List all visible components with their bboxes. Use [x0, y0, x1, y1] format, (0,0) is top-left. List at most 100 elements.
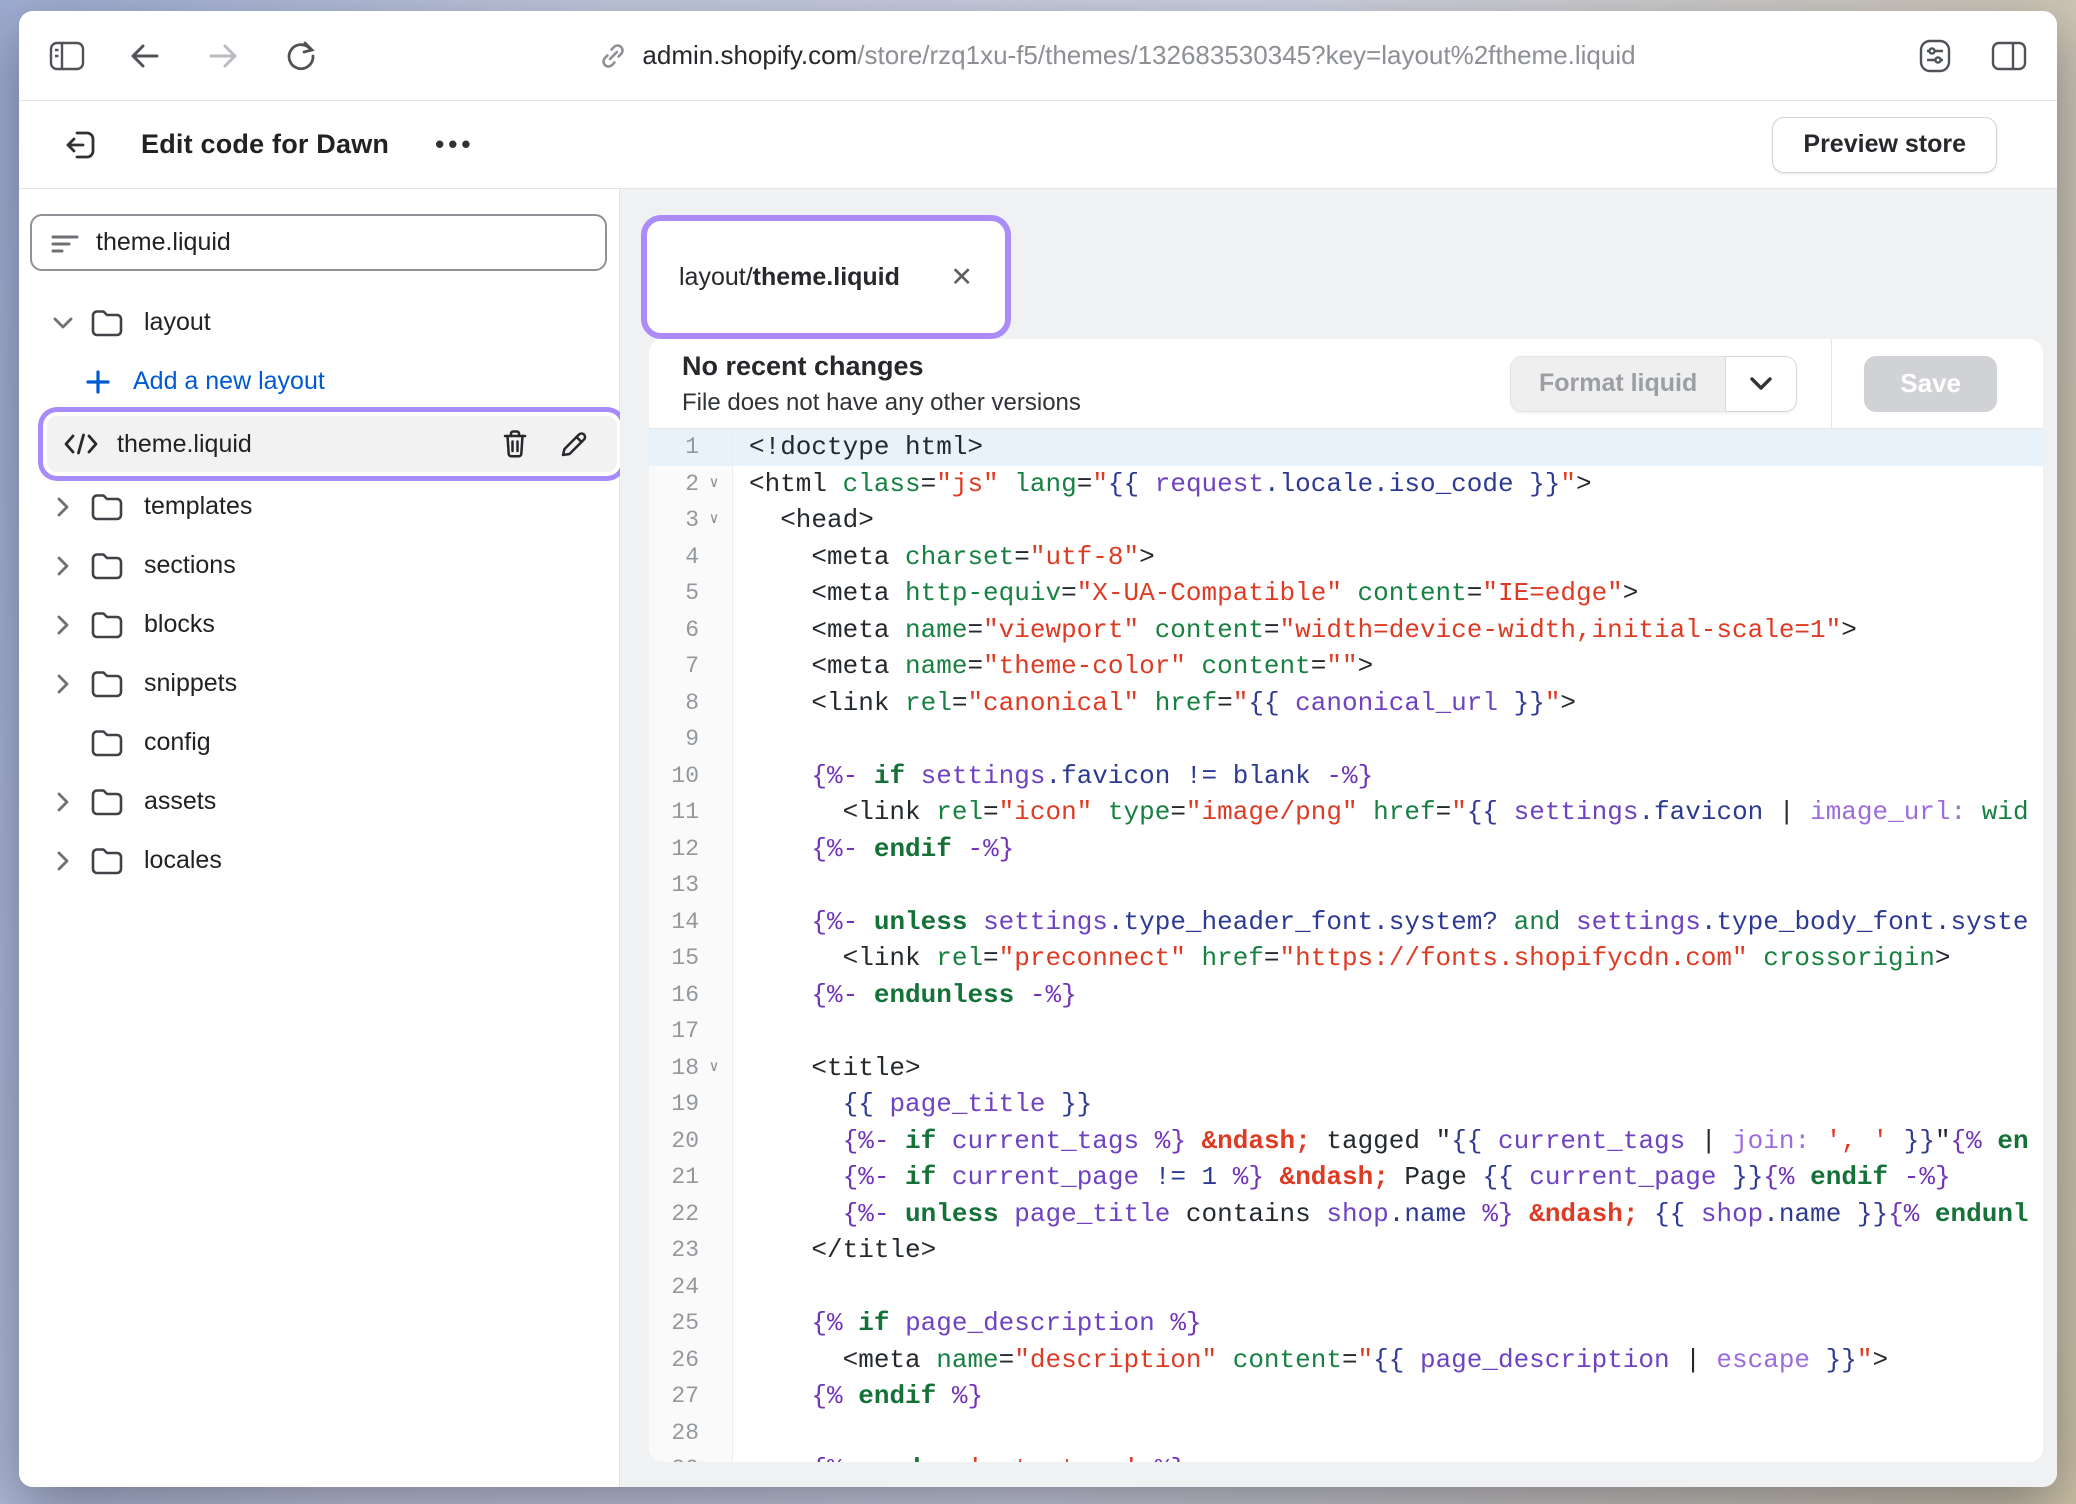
code-text[interactable] — [733, 1269, 2043, 1306]
code-text[interactable]: </title> — [733, 1232, 2043, 1269]
sidebar-item-blocks[interactable]: blocks — [19, 595, 619, 654]
address-bar[interactable]: admin.shopify.com/store/rzq1xu-f5/themes… — [317, 40, 1917, 71]
code-text[interactable] — [733, 1415, 2043, 1452]
code-text[interactable]: <meta charset="utf-8"> — [733, 539, 2043, 576]
sidebar-item-theme.liquid[interactable]: theme.liquid — [47, 416, 617, 472]
code-text[interactable]: {%- unless page_title contains shop.name… — [733, 1196, 2043, 1233]
code-line[interactable]: 9 — [649, 721, 2043, 758]
page-settings-icon[interactable] — [1917, 38, 1953, 74]
code-line[interactable]: 13 — [649, 867, 2043, 904]
fold-toggle-icon[interactable]: ∨ — [699, 1050, 729, 1087]
code-text[interactable]: {%- if current_tags %} &ndash; tagged "{… — [733, 1123, 2043, 1160]
code-line[interactable]: 15 <link rel="preconnect" href="https://… — [649, 940, 2043, 977]
code-line[interactable]: 7 <meta name="theme-color" content=""> — [649, 648, 2043, 685]
chevron-right-icon[interactable] — [48, 850, 78, 872]
sidebar-item-config[interactable]: config — [19, 713, 619, 772]
code-line[interactable]: 8 <link rel="canonical" href="{{ canonic… — [649, 685, 2043, 722]
editor-pane: layout/theme.liquid ✕ No recent changes … — [620, 189, 2057, 1487]
chevron-right-icon[interactable] — [48, 791, 78, 813]
sidebar-item-snippets[interactable]: snippets — [19, 654, 619, 713]
code-line[interactable]: 4 <meta charset="utf-8"> — [649, 539, 2043, 576]
code-text[interactable]: <meta name="description" content="{{ pag… — [733, 1342, 2043, 1379]
search-input[interactable] — [96, 228, 587, 257]
save-button[interactable]: Save — [1864, 356, 1997, 412]
code-editor[interactable]: 1<!doctype html>2∨<html class="js" lang=… — [649, 429, 2043, 1462]
code-line[interactable]: 14 {%- unless settings.type_header_font.… — [649, 904, 2043, 941]
code-line[interactable]: 29 {% render 'meta-tags' %} — [649, 1451, 2043, 1462]
format-liquid-button[interactable]: Format liquid — [1510, 356, 1725, 412]
open-file-tab[interactable]: layout/theme.liquid ✕ — [641, 215, 1011, 339]
exit-icon[interactable] — [63, 127, 99, 163]
chevron-right-icon[interactable] — [48, 673, 78, 695]
code-text[interactable] — [733, 721, 2043, 758]
chevron-right-icon[interactable] — [48, 614, 78, 636]
code-text[interactable]: <head> — [733, 502, 2043, 539]
code-text[interactable] — [733, 1013, 2043, 1050]
code-text[interactable]: <!doctype html> — [733, 429, 2043, 466]
sidebar-item-templates[interactable]: templates — [19, 477, 619, 536]
edit-icon[interactable] — [559, 429, 589, 459]
code-line[interactable]: 18∨ <title> — [649, 1050, 2043, 1087]
sidebar-item-locales[interactable]: locales — [19, 831, 619, 890]
code-text[interactable]: {%- if current_page != 1 %} &ndash; Page… — [733, 1159, 2043, 1196]
fold-toggle-icon[interactable]: ∨ — [699, 466, 729, 503]
code-line[interactable]: 23 </title> — [649, 1232, 2043, 1269]
code-line[interactable]: 19 {{ page_title }} — [649, 1086, 2043, 1123]
code-line[interactable]: 20 {%- if current_tags %} &ndash; tagged… — [649, 1123, 2043, 1160]
code-line[interactable]: 5 <meta http-equiv="X-UA-Compatible" con… — [649, 575, 2043, 612]
code-line[interactable]: 3∨ <head> — [649, 502, 2043, 539]
code-line[interactable]: 17 — [649, 1013, 2043, 1050]
sidebar-item-sections[interactable]: sections — [19, 536, 619, 595]
code-text[interactable]: {%- unless settings.type_header_font.sys… — [733, 904, 2043, 941]
code-line[interactable]: 1<!doctype html> — [649, 429, 2043, 466]
code-text[interactable]: <link rel="icon" type="image/png" href="… — [733, 794, 2043, 831]
fold-toggle-icon[interactable]: ∨ — [699, 502, 729, 539]
code-text[interactable]: {{ page_title }} — [733, 1086, 2043, 1123]
sidebar-item-layout[interactable]: layout — [19, 293, 619, 352]
panel-toggle-icon[interactable] — [1991, 41, 2027, 71]
code-line[interactable]: 2∨<html class="js" lang="{{ request.loca… — [649, 466, 2043, 503]
code-text[interactable]: {% render 'meta-tags' %} — [733, 1451, 2043, 1462]
code-text[interactable]: {%- endif -%} — [733, 831, 2043, 868]
code-line[interactable]: 12 {%- endif -%} — [649, 831, 2043, 868]
file-sidebar: layoutAdd a new layouttheme.liquidtempla… — [19, 189, 620, 1487]
code-line[interactable]: 26 <meta name="description" content="{{ … — [649, 1342, 2043, 1379]
code-line[interactable]: 10 {%- if settings.favicon != blank -%} — [649, 758, 2043, 795]
code-line[interactable]: 6 <meta name="viewport" content="width=d… — [649, 612, 2043, 649]
code-text[interactable]: {% if page_description %} — [733, 1305, 2043, 1342]
file-search-box[interactable] — [30, 214, 607, 271]
sidebar-toggle-icon[interactable] — [49, 41, 85, 71]
code-text[interactable]: {%- if settings.favicon != blank -%} — [733, 758, 2043, 795]
close-icon[interactable]: ✕ — [950, 264, 973, 291]
code-text[interactable]: <title> — [733, 1050, 2043, 1087]
code-text[interactable]: <meta http-equiv="X-UA-Compatible" conte… — [733, 575, 2043, 612]
code-text[interactable]: <link rel="preconnect" href="https://fon… — [733, 940, 2043, 977]
code-line[interactable]: 25 {% if page_description %} — [649, 1305, 2043, 1342]
chevron-right-icon[interactable] — [48, 555, 78, 577]
delete-icon[interactable] — [501, 429, 529, 459]
code-text[interactable]: <meta name="viewport" content="width=dev… — [733, 612, 2043, 649]
code-line[interactable]: 21 {%- if current_page != 1 %} &ndash; P… — [649, 1159, 2043, 1196]
format-options-button[interactable] — [1725, 356, 1797, 412]
chevron-right-icon[interactable] — [48, 496, 78, 518]
code-line[interactable]: 16 {%- endunless -%} — [649, 977, 2043, 1014]
code-text[interactable]: <html class="js" lang="{{ request.locale… — [733, 466, 2043, 503]
forward-icon[interactable] — [207, 42, 239, 70]
code-line[interactable]: 11 <link rel="icon" type="image/png" hre… — [649, 794, 2043, 831]
code-line[interactable]: 24 — [649, 1269, 2043, 1306]
add-new-layout-button[interactable]: Add a new layout — [19, 352, 619, 411]
sidebar-item-assets[interactable]: assets — [19, 772, 619, 831]
more-actions-icon[interactable]: ••• — [435, 129, 474, 160]
reload-icon[interactable] — [285, 40, 317, 72]
preview-store-button[interactable]: Preview store — [1772, 117, 1997, 173]
code-text[interactable] — [733, 867, 2043, 904]
code-line[interactable]: 22 {%- unless page_title contains shop.n… — [649, 1196, 2043, 1233]
code-text[interactable]: {%- endunless -%} — [733, 977, 2043, 1014]
code-text[interactable]: <meta name="theme-color" content=""> — [733, 648, 2043, 685]
code-text[interactable]: <link rel="canonical" href="{{ canonical… — [733, 685, 2043, 722]
code-line[interactable]: 28 — [649, 1415, 2043, 1452]
chevron-down-icon[interactable] — [48, 316, 78, 330]
back-icon[interactable] — [129, 42, 161, 70]
code-text[interactable]: {% endif %} — [733, 1378, 2043, 1415]
code-line[interactable]: 27 {% endif %} — [649, 1378, 2043, 1415]
